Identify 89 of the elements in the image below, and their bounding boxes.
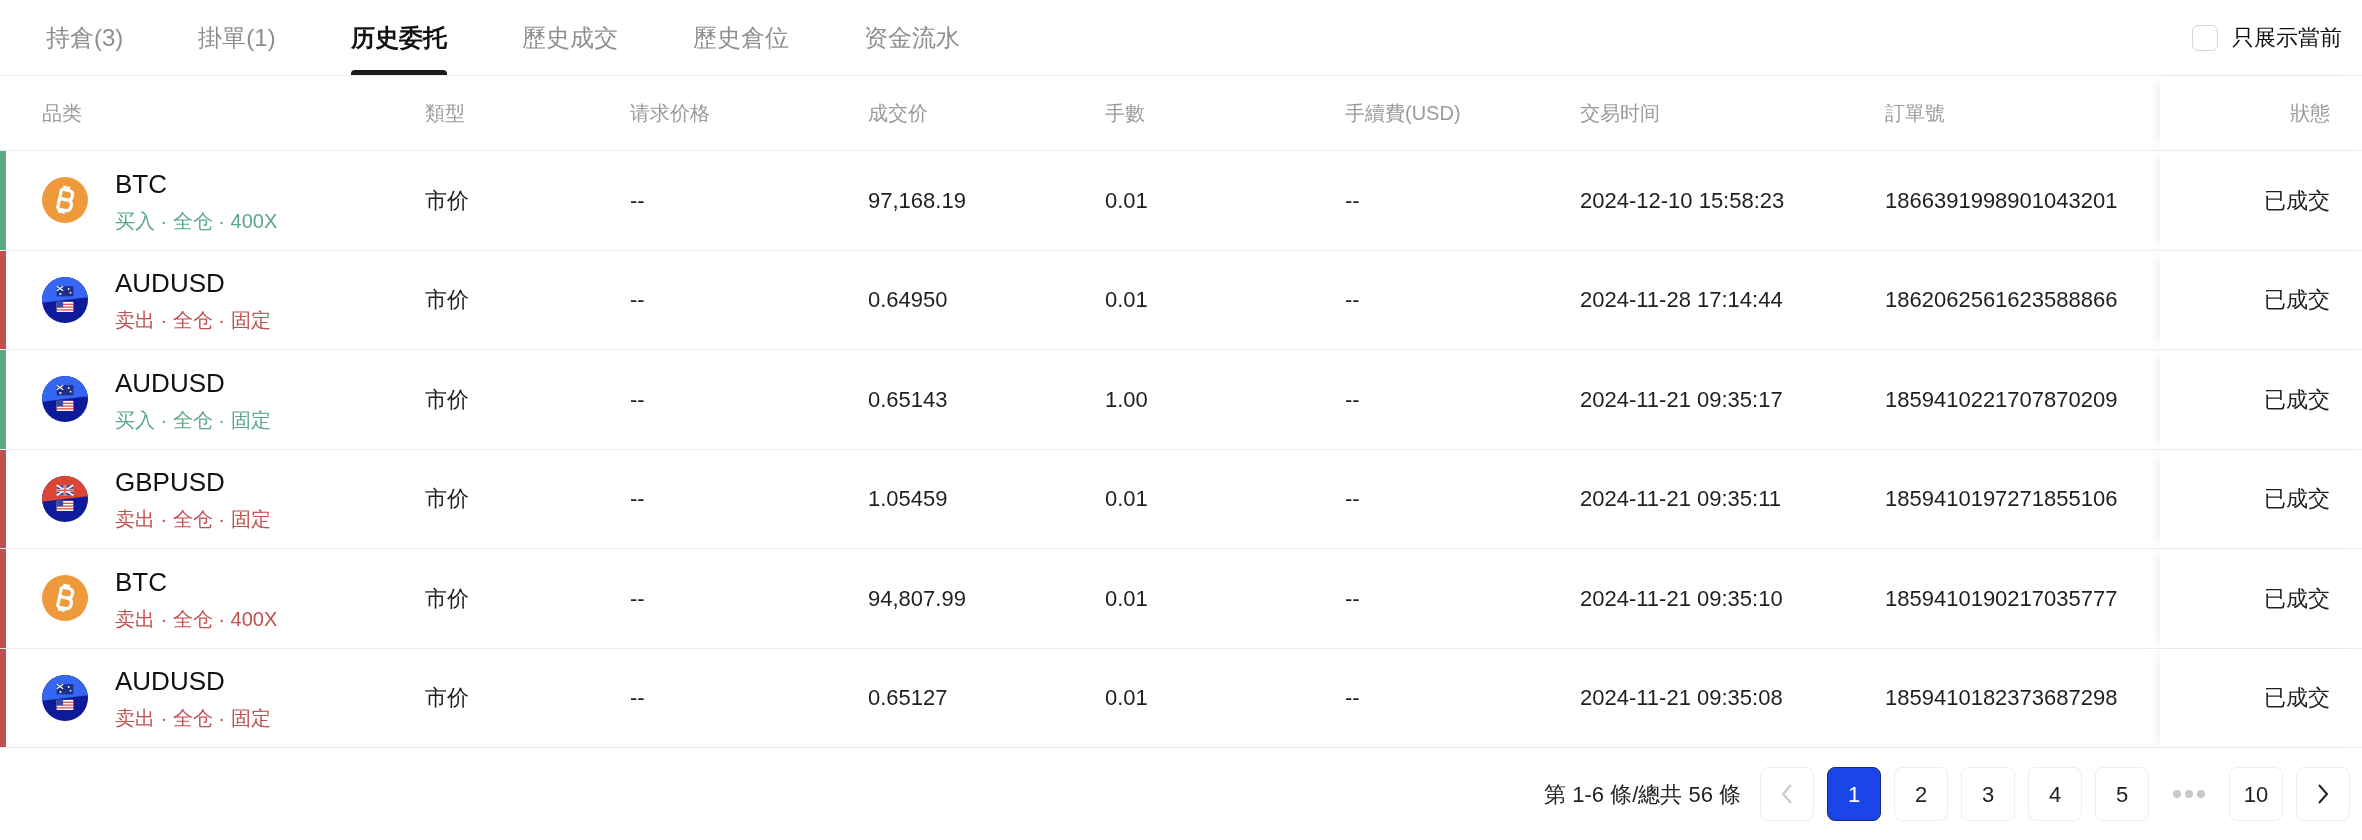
tab[interactable]: 历史委托: [350, 0, 447, 75]
table-cell: --: [1345, 386, 1360, 412]
column-header: 交易时间: [1580, 102, 1660, 124]
flag-pair-icon: [42, 475, 88, 522]
column-header: 品类: [42, 102, 82, 124]
symbol-name: AUDUSD: [115, 267, 226, 301]
flag-pair-icon: [42, 674, 88, 721]
table-cell: 94,807.99: [868, 585, 966, 611]
table-cell-text: 已成交: [2264, 684, 2330, 713]
bitcoin-icon: [42, 177, 88, 224]
table-cell: 1859410190217035777: [1885, 585, 2118, 611]
table-cell: 0.64950: [868, 287, 948, 313]
table-cell: 1859410221707870209: [1885, 386, 2118, 412]
order-detail: 卖出 · 全仓 · 固定: [115, 706, 271, 732]
table-cell: --: [630, 287, 645, 313]
page-button[interactable]: 4: [2028, 767, 2082, 821]
symbol-name: AUDUSD: [115, 665, 226, 699]
column-header: 手續費(USD): [1345, 102, 1461, 124]
table-cell: 97,168.19: [868, 187, 966, 213]
table-cell: 0.01: [1105, 486, 1148, 512]
table-cell: 1866391998901043201: [1885, 187, 2118, 213]
table-cell: --: [630, 486, 645, 512]
table-cell: 1862062561623588866: [1885, 287, 2118, 313]
page-button[interactable]: 1: [1827, 767, 1881, 821]
table-cell-text: 已成交: [2264, 385, 2330, 414]
table-cell: --: [1345, 187, 1360, 213]
table-cell: 2024-11-21 09:35:17: [1580, 386, 1783, 412]
table-cell: 0.01: [1105, 585, 1148, 611]
symbol-name: GBPUSD: [115, 466, 226, 500]
table-cell: 市价: [425, 486, 469, 512]
table-cell-text: 已成交: [2264, 186, 2330, 215]
order-detail: 买入 · 全仓 · 固定: [115, 407, 271, 433]
order-detail: 卖出 · 全仓 · 固定: [115, 507, 271, 533]
order-detail: 卖出 · 全仓 · 400X: [115, 606, 278, 632]
next-page-button[interactable]: [2296, 767, 2350, 821]
table-cell: 2024-12-10 15:58:23: [1580, 187, 1785, 213]
column-header: 请求价格: [630, 102, 710, 124]
table-cell: 市价: [425, 187, 469, 213]
table-cell: 1859410197271855106: [1885, 486, 2118, 512]
table-cell: --: [630, 585, 645, 611]
column-header: 手數: [1105, 102, 1145, 124]
table-cell: --: [1345, 685, 1360, 711]
table-cell-text: 已成交: [2264, 584, 2330, 613]
table-cell-text: 已成交: [2264, 485, 2330, 514]
table-cell: 2024-11-28 17:14:44: [1580, 287, 1783, 313]
table-cell: --: [1345, 486, 1360, 512]
order-detail: 买入 · 全仓 · 400X: [115, 208, 278, 234]
page-button[interactable]: 5: [2095, 767, 2149, 821]
table-cell: 市价: [425, 585, 469, 611]
flag-pair-icon: [42, 276, 88, 323]
table-cell: 0.01: [1105, 187, 1148, 213]
table-cell-text: 已成交: [2264, 286, 2330, 315]
flag-pair-icon: [42, 376, 88, 423]
pagination-summary: 第 1-6 條/總共 56 條: [1544, 780, 1741, 809]
column-header: 成交价: [868, 102, 928, 124]
checkbox[interactable]: [2192, 24, 2218, 51]
table-cell: --: [630, 685, 645, 711]
table-cell: 市价: [425, 685, 469, 711]
table-cell: --: [630, 386, 645, 412]
page-button[interactable]: 10: [2229, 767, 2283, 821]
table-cell: --: [630, 187, 645, 213]
table-cell: 1859410182373687298: [1885, 685, 2118, 711]
table-cell: 市价: [425, 287, 469, 313]
table-cell: 2024-11-21 09:35:10: [1580, 585, 1783, 611]
table-cell: 2024-11-21 09:35:08: [1580, 685, 1783, 711]
page-button[interactable]: 2: [1894, 767, 1948, 821]
table-cell: 0.65143: [868, 386, 948, 412]
table-cell: 1.00: [1105, 386, 1148, 412]
order-detail: 卖出 · 全仓 · 固定: [115, 308, 271, 334]
bitcoin-icon: [42, 575, 88, 622]
chevron-right-icon: [2316, 783, 2330, 805]
symbol-name: BTC: [115, 167, 168, 201]
table-cell: 0.01: [1105, 287, 1148, 313]
table-cell: 市价: [425, 386, 469, 412]
table-cell: 2024-11-21 09:35:11: [1580, 486, 1782, 512]
column-header: 訂單號: [1885, 102, 1945, 124]
symbol-name: BTC: [115, 565, 168, 599]
table-cell: 0.01: [1105, 685, 1148, 711]
chevron-left-icon: [1780, 783, 1794, 805]
table-cell: 1.05459: [868, 486, 948, 512]
column-header: 類型: [425, 102, 465, 124]
current-only-checkbox[interactable]: 只展示當前: [2192, 0, 2342, 75]
table-cell: 0.65127: [868, 685, 948, 711]
checkbox-label: 只展示當前: [2232, 24, 2342, 52]
table-cell: --: [1345, 585, 1360, 611]
table-cell: --: [1345, 287, 1360, 313]
symbol-name: AUDUSD: [115, 366, 226, 400]
column-header: 狀態: [2290, 101, 2330, 126]
page-button[interactable]: 3: [1961, 767, 2015, 821]
